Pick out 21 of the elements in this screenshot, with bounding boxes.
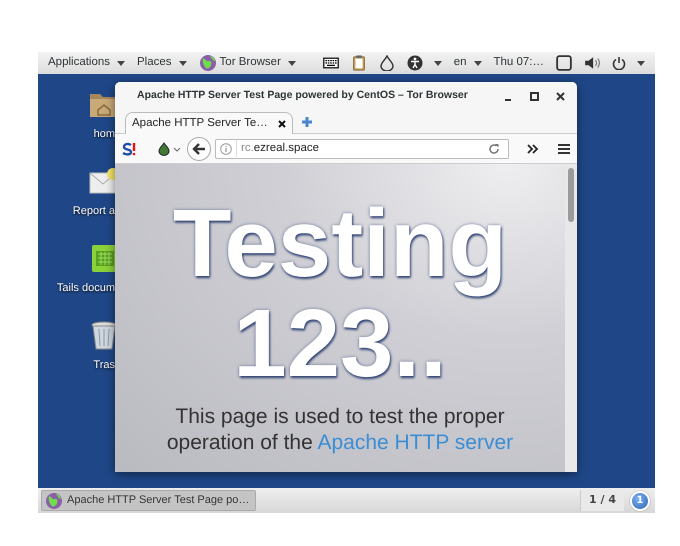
icon-label[interactable]: Report a (72, 203, 115, 220)
window-title: Apache HTTP Server Test Page powered by CentOS – Tor Browser (137, 88, 469, 104)
paragraph-text: This page is used to test the proper (174, 404, 506, 430)
paragraph-text: operation of the Apache HTTP server (166, 430, 514, 456)
page-heading: Testing (172, 194, 508, 294)
taskbar-button[interactable]: Apache HTTP Server Test Page po… (41, 490, 256, 511)
menu-button[interactable]: Applications (42, 54, 132, 72)
icon-label[interactable]: Tails docum (56, 280, 115, 296)
address-field[interactable]: rc.ezreal.space (215, 138, 509, 158)
keyboard-layout-menu[interactable]: en (448, 54, 488, 72)
icon-label[interactable]: Tras (93, 357, 115, 374)
menu-button[interactable]: Places (131, 54, 193, 72)
task-title: Apache HTTP Server Test Page po… (67, 493, 250, 508)
workspace-switcher[interactable]: 1 / 4 (580, 490, 624, 511)
browser-tab[interactable]: Apache HTTP Server Te… (125, 112, 293, 134)
menu-button[interactable]: Tor Browser (192, 54, 302, 72)
tab-title: Apache HTTP Server Te… (132, 116, 268, 131)
clock[interactable]: Thu 07:… (488, 54, 550, 72)
page-heading: 123.. (233, 294, 447, 394)
url-text: rc.ezreal.space (236, 140, 480, 158)
icon-label[interactable]: hom (94, 126, 115, 142)
